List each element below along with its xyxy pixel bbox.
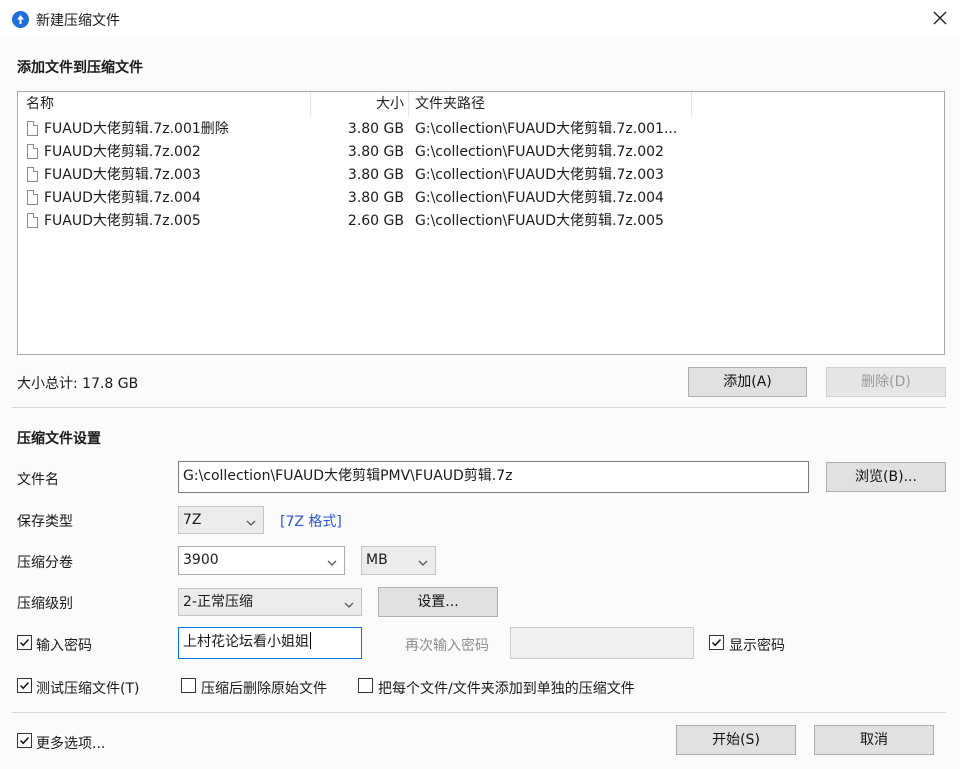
file-size: 3.80 GB [347,167,404,183]
chevron-down-icon[interactable] [325,553,339,567]
file-row[interactable]: FUAUD大佬剪辑.7z.002 3.80 GB G:\collection\F… [18,141,944,164]
chevron-down-icon [416,553,430,567]
separate-archives-checkbox[interactable] [358,678,373,693]
split-unit-select[interactable]: MB [361,546,436,575]
text-caret [310,632,311,649]
file-icon [27,121,38,136]
browse-button[interactable]: 浏览(B)... [826,462,946,492]
file-name: FUAUD大佬剪辑.7z.004 [44,190,201,206]
file-icon [27,190,38,205]
separate-archives-label[interactable]: 把每个文件/文件夹添加到单独的压缩文件 [378,678,635,698]
delete-after-label[interactable]: 压缩后删除原始文件 [201,678,327,698]
column-header-name[interactable]: 名称 [26,92,54,116]
file-size: 3.80 GB [347,121,404,137]
file-path: G:\collection\FUAUD大佬剪辑.7z.003 [415,167,664,183]
column-header-size[interactable]: 大小 [318,92,404,116]
file-icon [27,144,38,159]
save-type-label: 保存类型 [17,514,73,530]
split-unit-value: MB [366,552,388,568]
file-icon [27,167,38,182]
show-password-label[interactable]: 显示密码 [729,635,785,655]
delete-after-checkbox[interactable] [181,678,196,693]
level-value: 2-正常压缩 [183,594,253,610]
section-divider [12,407,946,408]
add-button[interactable]: 添加(A) [688,367,807,397]
file-size: 2.60 GB [347,213,404,229]
delete-button[interactable]: 删除(D) [826,367,946,397]
file-name: FUAUD大佬剪辑.7z.001删除 [44,121,229,137]
column-separator[interactable] [408,92,409,116]
save-type-value: 7Z [183,512,202,528]
window-title: 新建压缩文件 [36,13,120,29]
password-value: 上村花论坛看小姐姐 [183,634,309,650]
file-size: 3.80 GB [347,190,404,206]
test-archive-checkbox[interactable] [17,678,32,693]
file-path: G:\collection\FUAUD大佬剪辑.7z.001... [415,121,678,137]
password-confirm-input[interactable] [510,627,694,659]
file-icon [27,213,38,228]
filename-input[interactable]: G:\collection\FUAUD大佬剪辑PMV\FUAUD剪辑.7z [178,461,809,493]
test-archive-label[interactable]: 测试压缩文件(T) [36,678,139,698]
show-password-checkbox[interactable] [709,635,724,650]
password-label[interactable]: 输入密码 [36,635,92,655]
footer-divider [12,712,946,713]
file-path: G:\collection\FUAUD大佬剪辑.7z.004 [415,190,664,206]
total-size: 大小总计: 17.8 GB [17,376,139,392]
file-name: FUAUD大佬剪辑.7z.003 [44,167,201,183]
format-link[interactable]: [7Z 格式] [280,511,342,531]
split-label: 压缩分卷 [17,555,73,571]
file-size: 3.80 GB [347,144,404,160]
more-options-checkbox[interactable] [17,733,32,748]
settings-button[interactable]: 设置... [378,587,498,617]
split-combo[interactable]: 3900 [178,546,345,575]
filename-label: 文件名 [17,472,59,488]
settings-section-title: 压缩文件设置 [17,431,101,447]
column-separator[interactable] [310,92,311,116]
title-bar[interactable]: 新建压缩文件 [0,0,960,38]
file-path: G:\collection\FUAUD大佬剪辑.7z.005 [415,213,664,229]
start-button[interactable]: 开始(S) [676,725,796,755]
cancel-button[interactable]: 取消 [814,725,934,755]
column-header-path[interactable]: 文件夹路径 [415,92,485,116]
chevron-down-icon [244,513,258,527]
save-type-select[interactable]: 7Z [178,506,264,534]
password-input[interactable]: 上村花论坛看小姐姐 [178,627,362,659]
close-icon[interactable] [931,9,949,27]
file-row[interactable]: FUAUD大佬剪辑.7z.004 3.80 GB G:\collection\F… [18,187,944,210]
file-row[interactable]: FUAUD大佬剪辑.7z.003 3.80 GB G:\collection\F… [18,164,944,187]
more-options-label[interactable]: 更多选项... [36,733,105,753]
split-value: 3900 [183,552,219,568]
file-name: FUAUD大佬剪辑.7z.005 [44,213,201,229]
file-row[interactable]: FUAUD大佬剪辑.7z.001删除 3.80 GB G:\collection… [18,118,944,141]
password-checkbox[interactable] [17,635,32,650]
add-section-title: 添加文件到压缩文件 [17,60,143,76]
column-separator[interactable] [691,92,692,116]
chevron-down-icon [342,595,356,609]
file-path: G:\collection\FUAUD大佬剪辑.7z.002 [415,144,664,160]
file-name: FUAUD大佬剪辑.7z.002 [44,144,201,160]
level-label: 压缩级别 [17,596,73,612]
file-list[interactable]: 名称 大小 文件夹路径 FUAUD大佬剪辑.7z.001删除 3.80 GB G… [17,91,945,355]
app-logo-icon [12,11,29,28]
file-row[interactable]: FUAUD大佬剪辑.7z.005 2.60 GB G:\collection\F… [18,210,944,233]
level-select[interactable]: 2-正常压缩 [178,588,362,616]
password-confirm-label: 再次输入密码 [405,638,489,654]
